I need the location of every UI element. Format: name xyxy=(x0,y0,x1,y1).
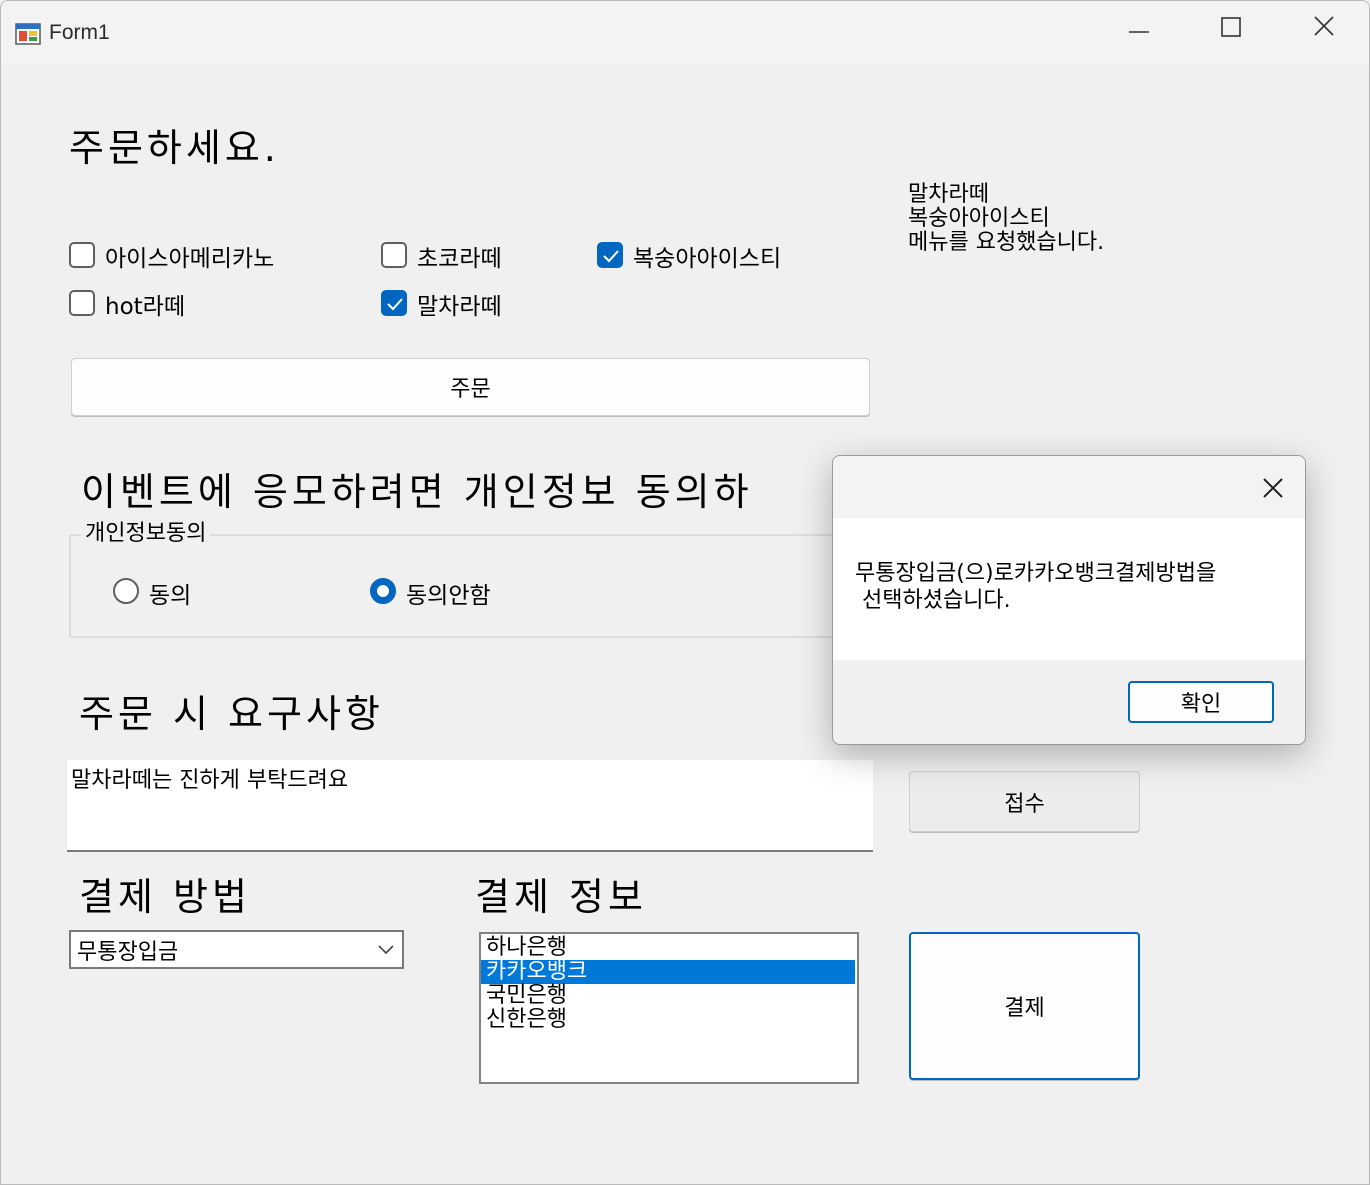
radio-label: 동의 xyxy=(149,583,192,609)
event-heading: 이벤트에 응모하려면 개인정보 동의하 xyxy=(81,470,753,514)
checkbox-label: hot라떼 xyxy=(105,294,185,320)
list-item[interactable]: 하나은행 xyxy=(481,936,857,960)
dialog-close-button[interactable] xyxy=(1257,472,1289,504)
order-button[interactable]: 주문 xyxy=(71,358,870,416)
window-title: Form1 xyxy=(49,21,110,44)
payment-method-combobox[interactable]: 무통장입금 xyxy=(69,930,404,969)
dialog-ok-button[interactable]: 확인 xyxy=(1128,681,1274,723)
dialog-title-bar xyxy=(833,456,1305,518)
radio-label: 동의안함 xyxy=(406,583,491,609)
checkbox-label: 복숭아아이스티 xyxy=(633,246,782,272)
order-result-line: 복숭아아이스티 xyxy=(908,206,1050,231)
checkbox-hot-latte[interactable] xyxy=(69,290,95,316)
chevron-down-icon xyxy=(378,945,394,955)
order-result-label: 말차라떼 복숭아아이스티 메뉴를 요청했습니다. xyxy=(908,183,1104,255)
check-icon xyxy=(603,250,619,263)
radio-agree[interactable] xyxy=(113,578,139,604)
payment-info-heading: 결제 정보 xyxy=(475,875,647,919)
close-icon xyxy=(1314,16,1334,36)
checkbox-matcha-latte[interactable] xyxy=(381,290,407,316)
checkbox-label: 초코라떼 xyxy=(417,246,502,272)
checkbox-iced-americano[interactable] xyxy=(69,242,95,268)
list-item[interactable]: 신한은행 xyxy=(481,1008,857,1032)
payment-method-heading: 결제 방법 xyxy=(79,875,251,919)
app-icon xyxy=(15,21,41,47)
submit-button[interactable]: 접수 xyxy=(909,771,1140,832)
list-item-selected[interactable]: 카카오뱅크 xyxy=(481,960,855,984)
checkbox-label: 아이스아메리카노 xyxy=(105,246,275,272)
request-textbox[interactable]: 말차라떼는 진하게 부탁드려요 xyxy=(67,760,873,852)
pay-button[interactable]: 결제 xyxy=(909,932,1140,1080)
checkbox-peach-iced-tea[interactable] xyxy=(597,242,623,268)
maximize-button[interactable] xyxy=(1208,15,1254,51)
checkbox-label: 말차라떼 xyxy=(417,294,502,320)
dialog-message: 무통장입금(으)로카카오뱅크결제방법을 선택하셨습니다. xyxy=(855,561,1217,613)
minimize-button[interactable] xyxy=(1116,15,1162,51)
order-result-line: 메뉴를 요청했습니다. xyxy=(908,230,1105,255)
order-heading: 주문하세요. xyxy=(69,126,280,170)
bank-listbox[interactable]: 하나은행 카카오뱅크 국민은행 신한은행 xyxy=(479,932,859,1084)
request-heading: 주문 시 요구사항 xyxy=(79,692,384,736)
request-text: 말차라떼는 진하게 부탁드려요 xyxy=(71,768,349,793)
payment-method-value: 무통장입금 xyxy=(77,940,179,965)
order-result-line: 말차라떼 xyxy=(908,182,989,207)
maximize-icon xyxy=(1221,17,1241,37)
dialog-body: 무통장입금(으)로카카오뱅크결제방법을 선택하셨습니다. xyxy=(833,518,1305,660)
check-icon xyxy=(387,298,403,311)
consent-legend: 개인정보동의 xyxy=(81,515,211,547)
checkbox-choco-latte[interactable] xyxy=(381,242,407,268)
close-icon xyxy=(1263,478,1283,498)
radio-disagree[interactable] xyxy=(370,578,396,604)
title-bar: Form1 xyxy=(1,1,1369,65)
form1-window: Form1 주문하세요. 아이스아메리카노 초코라떼 복숭아아이스티 hot라떼… xyxy=(0,0,1370,1185)
message-dialog: 무통장입금(으)로카카오뱅크결제방법을 선택하셨습니다. 확인 xyxy=(832,455,1306,745)
list-item[interactable]: 국민은행 xyxy=(481,984,857,1008)
close-button[interactable] xyxy=(1301,15,1347,51)
minimize-icon xyxy=(1129,31,1149,33)
